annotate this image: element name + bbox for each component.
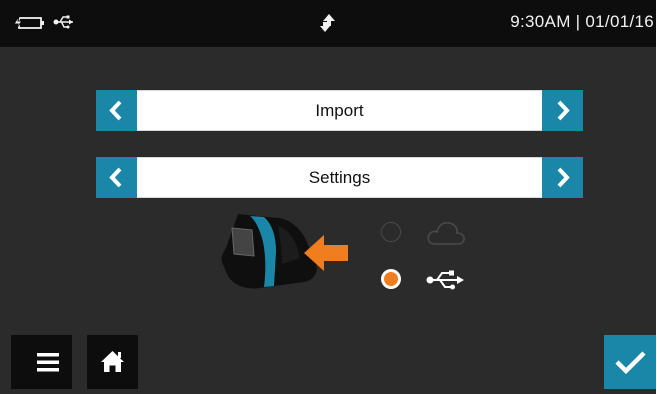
chevron-right-icon <box>557 167 570 188</box>
confirm-button[interactable] <box>604 335 656 389</box>
usb-icon <box>53 15 73 29</box>
data-type-selector-value: Settings <box>137 157 542 198</box>
arrow-left-icon <box>304 235 348 271</box>
chevron-right-icon <box>557 100 570 121</box>
usb-radio-selected-dot <box>384 272 398 286</box>
hamburger-menu-icon <box>37 353 59 372</box>
sync-arrows-icon <box>320 14 335 32</box>
usb-radio[interactable] <box>381 269 401 289</box>
status-bar: 9:30AM | 01/01/16 <box>0 0 656 47</box>
mode-prev-button[interactable] <box>96 90 137 131</box>
cloud-radio[interactable] <box>381 222 401 242</box>
chevron-left-icon <box>109 167 122 188</box>
data-type-prev-button[interactable] <box>96 157 137 198</box>
checkmark-icon <box>615 351 646 375</box>
data-type-next-button[interactable] <box>542 157 583 198</box>
battery-charging-icon <box>13 15 44 31</box>
home-icon <box>101 351 124 372</box>
status-time-date: 9:30AM | 01/01/16 <box>510 12 654 31</box>
chevron-left-icon <box>109 100 122 121</box>
mode-selector-value: Import <box>137 90 542 131</box>
mode-selector: Import <box>96 90 583 131</box>
screen: 9:30AM | 01/01/16 Import Settings <box>0 0 656 394</box>
usb-icon <box>426 270 464 290</box>
cloud-icon <box>427 222 465 245</box>
mode-next-button[interactable] <box>542 90 583 131</box>
data-type-selector: Settings <box>96 157 583 198</box>
home-button[interactable] <box>87 335 138 389</box>
menu-button[interactable] <box>11 335 72 389</box>
